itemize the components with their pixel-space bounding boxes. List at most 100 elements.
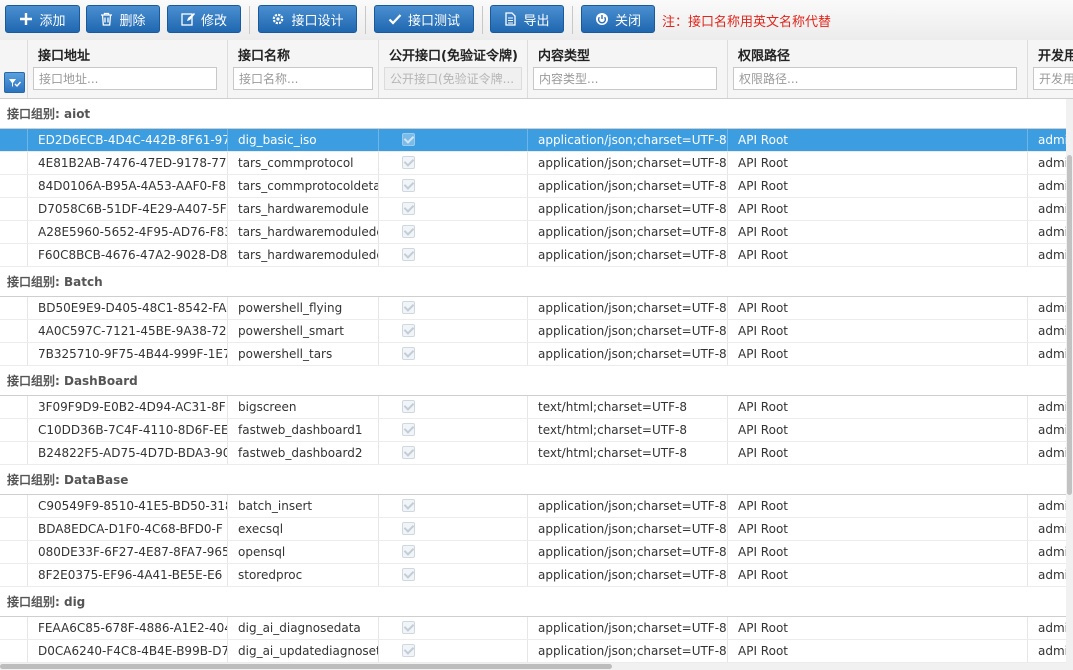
row-indicator[interactable]: [0, 495, 28, 517]
group-header[interactable]: 接口组别: dig: [0, 587, 1073, 617]
table-row[interactable]: 8F2E0375-EF96-4A41-BE5E-E6 storedproc appl…: [0, 564, 1073, 587]
table-row[interactable]: 84D0106A-B95A-4A53-AAF0-F8 tars_commproto…: [0, 175, 1073, 198]
cell-interface-name: powershell_flying: [228, 297, 379, 319]
table-row[interactable]: B24822F5-AD75-4D7D-BDA3-90 fastweb_dashbo…: [0, 442, 1073, 465]
test-button[interactable]: 接口测试: [374, 5, 474, 33]
cell-interface-url: D7058C6B-51DF-4E29-A407-5F: [28, 198, 228, 220]
table-row[interactable]: BD50E9E9-D405-48C1-8542-FA powershell_fly…: [0, 297, 1073, 320]
cell-content-type: application/json;charset=UTF-8: [528, 152, 728, 174]
cell-auth-path: API Root: [728, 175, 1028, 197]
group-header[interactable]: 接口组别: DashBoard: [0, 366, 1073, 396]
table-row[interactable]: 4A0C597C-7121-45BE-9A38-725 powershell_sm…: [0, 320, 1073, 343]
cell-content-type: application/json;charset=UTF-8: [528, 495, 728, 517]
row-indicator[interactable]: [0, 617, 28, 639]
table-row[interactable]: 3F09F9D9-E0B2-4D94-AC31-8F bigscreen text/…: [0, 396, 1073, 419]
public-checkbox: [402, 133, 415, 146]
row-indicator[interactable]: [0, 564, 28, 586]
cell-auth-path: API Root: [728, 564, 1028, 586]
export-button-label: 导出: [523, 13, 550, 29]
column-url-header[interactable]: 接口地址: [28, 40, 228, 98]
public-checkbox: [402, 423, 415, 436]
table-row[interactable]: 4E81B2AB-7476-47ED-9178-77F tars_commprot…: [0, 152, 1073, 175]
table-row[interactable]: D7058C6B-51DF-4E29-A407-5F tars_hardwarem…: [0, 198, 1073, 221]
table-row[interactable]: 7B325710-9F75-4B44-999F-1E7 powershell_ta…: [0, 343, 1073, 366]
toolbar-divider: [482, 6, 483, 34]
name-filter-input[interactable]: [233, 67, 373, 90]
row-indicator[interactable]: [0, 419, 28, 441]
cell-content-type: application/json;charset=UTF-8: [528, 541, 728, 563]
trash-icon: [101, 12, 113, 26]
public-checkbox: [402, 522, 415, 535]
group-header[interactable]: 接口组别: Batch: [0, 267, 1073, 297]
cell-interface-url: ED2D6ECB-4D4C-442B-8F61-97: [28, 129, 228, 151]
dev-filter-input[interactable]: [1033, 67, 1073, 90]
grid-header: 接口地址 接口名称 公开接口(免验证令牌) 内容类型 权限路径 开发用: [0, 40, 1073, 99]
column-public-header[interactable]: 公开接口(免验证令牌): [379, 40, 528, 98]
auth-path-filter-input[interactable]: [733, 67, 1017, 90]
row-indicator[interactable]: [0, 175, 28, 197]
power-icon: [595, 13, 608, 25]
table-row[interactable]: FEAA6C85-678F-4886-A1E2-404 dig_ai_diagno…: [0, 617, 1073, 640]
row-indicator[interactable]: [0, 244, 28, 266]
row-indicator[interactable]: [0, 396, 28, 418]
cell-interface-url: A28E5960-5652-4F95-AD76-F83: [28, 221, 228, 243]
row-indicator[interactable]: [0, 198, 28, 220]
table-row[interactable]: A28E5960-5652-4F95-AD76-F83 tars_hardware…: [0, 221, 1073, 244]
cell-public: [379, 343, 528, 365]
edit-button[interactable]: 修改: [167, 5, 241, 33]
cell-content-type: application/json;charset=UTF-8: [528, 640, 728, 662]
group-header[interactable]: 接口组别: aiot: [0, 99, 1073, 129]
column-content-type-header[interactable]: 内容类型: [528, 40, 728, 98]
table-row[interactable]: F60C8BCB-4676-47A2-9028-D8 tars_hardwarem…: [0, 244, 1073, 267]
cell-public: [379, 518, 528, 540]
group-header[interactable]: 接口组别: DataBase: [0, 465, 1073, 495]
row-indicator[interactable]: [0, 129, 28, 151]
table-row[interactable]: C90549F9-8510-41E5-BD50-318 batch_insert a…: [0, 495, 1073, 518]
public-checkbox: [402, 248, 415, 261]
row-indicator[interactable]: [0, 541, 28, 563]
table-row[interactable]: BDA8EDCA-D1F0-4C68-BFD0-F execsql applicat…: [0, 518, 1073, 541]
cell-content-type: application/json;charset=UTF-8: [528, 221, 728, 243]
column-dev-header[interactable]: 开发用: [1028, 40, 1073, 98]
horizontal-scroll-thumb[interactable]: [0, 664, 612, 669]
design-button[interactable]: 接口设计: [258, 5, 357, 33]
row-indicator[interactable]: [0, 640, 28, 662]
cell-interface-url: B24822F5-AD75-4D7D-BDA3-90: [28, 442, 228, 464]
public-filter-input: [384, 67, 522, 90]
close-button[interactable]: 关闭: [581, 5, 655, 33]
add-button[interactable]: 添加: [5, 5, 80, 33]
table-row[interactable]: C10DD36B-7C4F-4110-8D6F-EE fastweb_dashbo…: [0, 419, 1073, 442]
row-indicator[interactable]: [0, 320, 28, 342]
row-indicator[interactable]: [0, 221, 28, 243]
column-dev-title: 开发用: [1038, 49, 1073, 64]
cell-public: [379, 442, 528, 464]
row-indicator[interactable]: [0, 297, 28, 319]
cell-interface-name: tars_hardwaremodulede: [228, 244, 379, 266]
row-indicator[interactable]: [0, 518, 28, 540]
table-row[interactable]: D0CA6240-F4C8-4B4E-B99B-D7 dig_ai_updated…: [0, 640, 1073, 663]
row-indicator[interactable]: [0, 442, 28, 464]
url-filter-input[interactable]: [33, 67, 217, 90]
table-row[interactable]: ED2D6ECB-4D4C-442B-8F61-97 dig_basic_iso a…: [0, 129, 1073, 152]
column-content-type-title: 内容类型: [538, 49, 591, 64]
cell-content-type: application/json;charset=UTF-8: [528, 343, 728, 365]
cell-interface-name: dig_basic_iso: [228, 129, 379, 151]
design-button-label: 接口设计: [291, 13, 344, 29]
delete-button[interactable]: 删除: [86, 5, 160, 33]
export-button[interactable]: 导出: [490, 5, 564, 33]
edit-icon: [181, 13, 195, 26]
table-row[interactable]: 080DE33F-6F27-4E87-8FA7-965 opensql applic…: [0, 541, 1073, 564]
cell-interface-name: storedproc: [228, 564, 379, 586]
content-type-filter-input[interactable]: [533, 67, 717, 90]
cell-auth-path: API Root: [728, 541, 1028, 563]
public-checkbox: [402, 499, 415, 512]
select-all-button[interactable]: [4, 72, 25, 93]
cell-content-type: application/json;charset=UTF-8: [528, 564, 728, 586]
column-name-header[interactable]: 接口名称: [228, 40, 379, 98]
vertical-scroll-thumb[interactable]: [1067, 155, 1072, 495]
cell-interface-url: BD50E9E9-D405-48C1-8542-FA: [28, 297, 228, 319]
row-indicator[interactable]: [0, 152, 28, 174]
column-auth-path-header[interactable]: 权限路径: [728, 40, 1028, 98]
cell-interface-name: batch_insert: [228, 495, 379, 517]
row-indicator[interactable]: [0, 343, 28, 365]
